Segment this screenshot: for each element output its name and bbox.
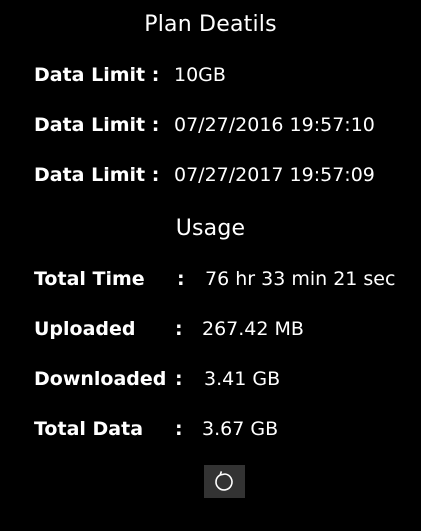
usage-row-label: Downloaded [34,368,167,390]
usage-row-label: Uploaded [34,318,136,340]
plan-row-end-date: Data Limit : 07/27/2017 19:57:09 [0,164,421,194]
plan-row-value: 07/27/2016 19:57:10 [174,114,375,136]
usage-row-value: 267.42 MB [202,318,304,340]
plan-row-data-limit: Data Limit : 10GB [0,64,421,94]
plan-row-start-date: Data Limit : 07/27/2016 19:57:10 [0,114,421,144]
refresh-icon [213,470,237,494]
usage-title: Usage [175,216,246,241]
usage-row-colon: : [175,418,183,440]
usage-row-value: 3.41 GB [204,368,281,390]
usage-row-label: Total Time [34,268,145,290]
usage-row-total-time: Total Time : 76 hr 33 min 21 sec [0,268,421,298]
usage-row-colon: : [175,368,183,390]
usage-row-uploaded: Uploaded : 267.42 MB [0,318,421,348]
usage-row-colon: : [177,268,185,290]
plan-details-title: Plan Deatils [144,12,277,37]
plan-row-value: 07/27/2017 19:57:09 [174,164,375,186]
usage-row-value: 76 hr 33 min 21 sec [205,268,396,290]
plan-row-label: Data Limit : [34,64,160,86]
refresh-button[interactable] [204,465,245,498]
usage-row-downloaded: Downloaded : 3.41 GB [0,368,421,398]
plan-row-value: 10GB [174,64,226,86]
usage-row-total-data: Total Data : 3.67 GB [0,418,421,448]
usage-row-label: Total Data [34,418,144,440]
plan-row-label: Data Limit : [34,164,160,186]
plan-row-label: Data Limit : [34,114,160,136]
usage-row-colon: : [175,318,183,340]
usage-row-value: 3.67 GB [202,418,279,440]
